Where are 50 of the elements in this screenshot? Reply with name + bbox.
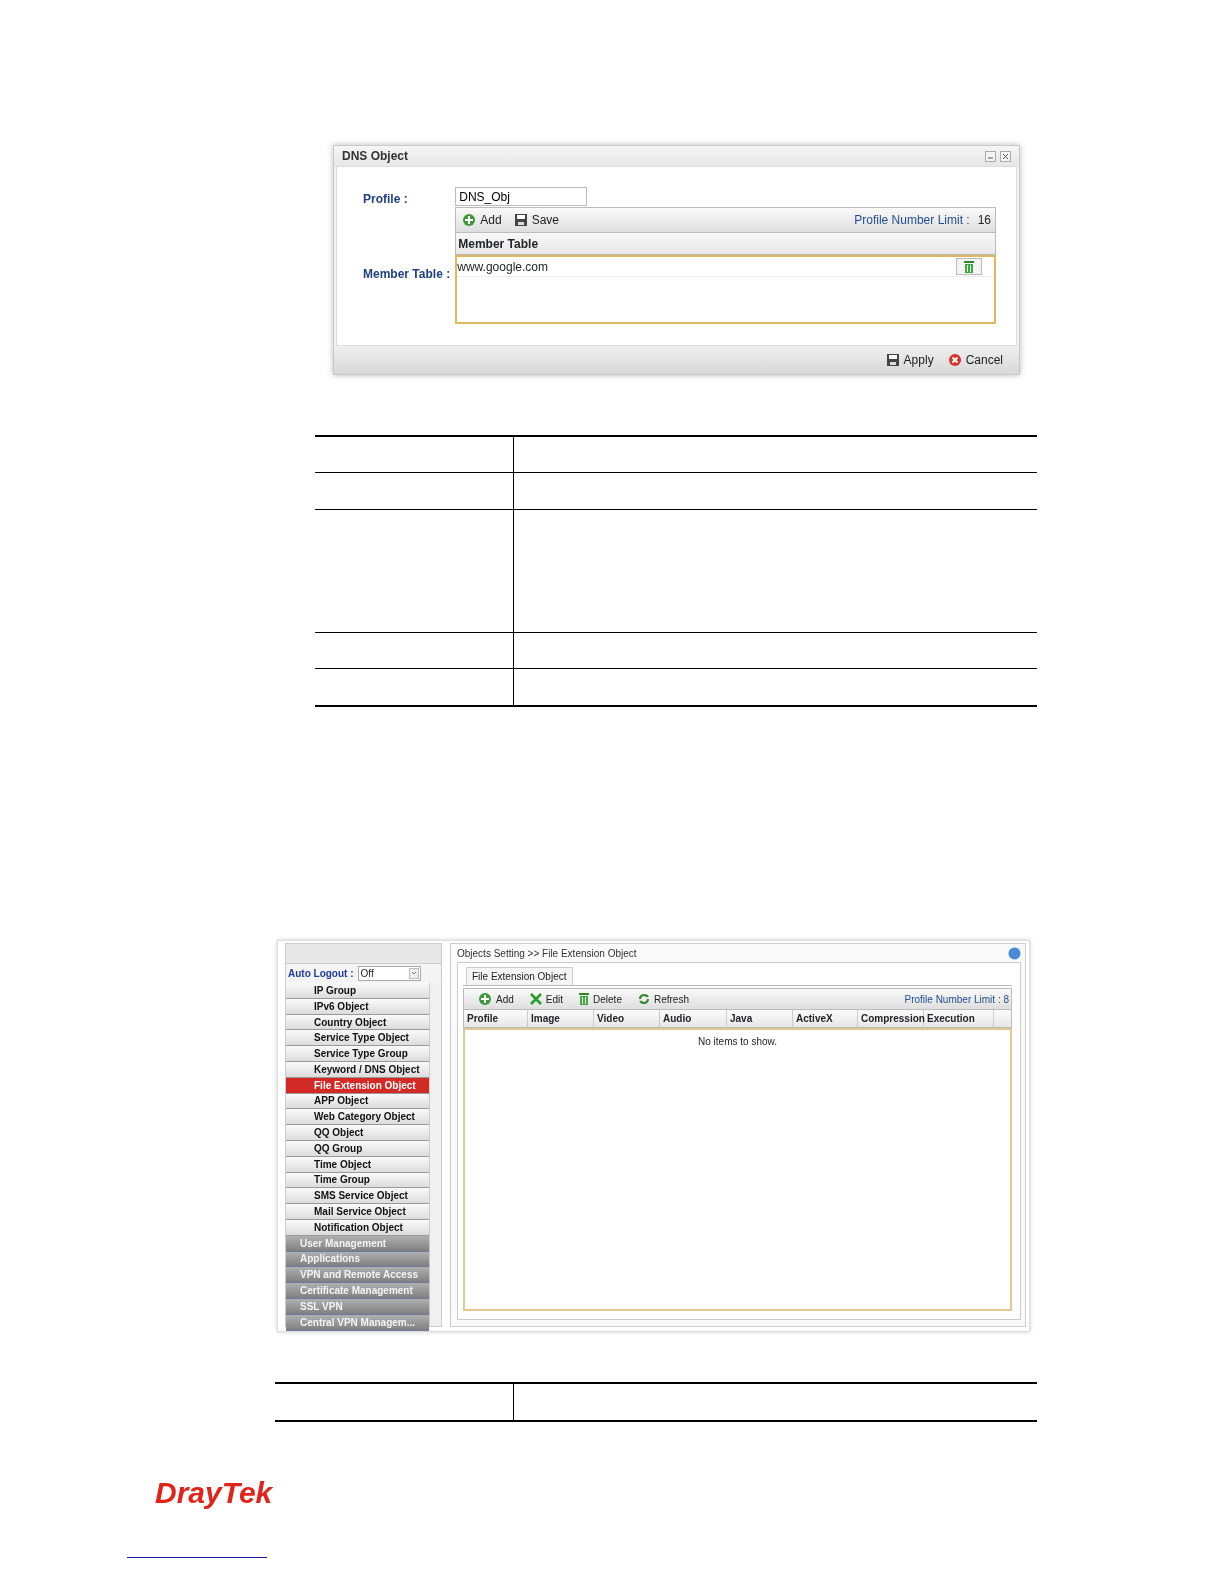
dropdown-value: Off (360, 967, 374, 981)
help-icon[interactable] (1008, 946, 1021, 960)
table-cell-text: www.google.com (457, 258, 548, 276)
cancel-button[interactable]: Cancel (945, 351, 1005, 369)
breadcrumb: Objects Setting >> File Extension Object (457, 946, 637, 961)
trash-icon (964, 260, 974, 273)
column-header: Compression (858, 1010, 924, 1027)
tab[interactable]: File Extension Object (466, 967, 573, 985)
column-header: Java (727, 1010, 793, 1027)
field-label: Profile : (363, 191, 409, 208)
caret-icon (408, 968, 419, 979)
logo: DrayTek (155, 1476, 273, 1510)
empty-message: No items to show. (698, 1036, 777, 1047)
limit-label: Profile Number Limit : (854, 212, 970, 229)
menu-item[interactable]: SMS Service Object (286, 1188, 429, 1205)
column-header: Execution (924, 1010, 994, 1027)
menu-item[interactable]: Mail Service Object (286, 1204, 429, 1220)
add-icon (478, 992, 492, 1006)
column-header: Audio (660, 1010, 727, 1027)
dropdown[interactable]: Off (357, 966, 421, 981)
refresh-icon (637, 993, 650, 1005)
close-icon[interactable] (1000, 150, 1011, 162)
cancel-icon (947, 353, 962, 367)
field-label: Auto Logout : (288, 967, 354, 981)
menu-item[interactable]: Service Type Object (286, 1030, 429, 1047)
add-button[interactable]: Add (460, 211, 504, 229)
limit-label: Profile Number Limit : 8 (904, 992, 1010, 1007)
column-header: Video (594, 1010, 660, 1027)
delete-button[interactable]: Delete (577, 991, 624, 1007)
menu-item[interactable]: QQ Object (286, 1125, 429, 1141)
limit-value: 16 (977, 212, 991, 229)
trash-icon (579, 993, 590, 1005)
field-label: Member Table : (363, 266, 452, 283)
menu-item[interactable]: IP Group (286, 983, 429, 999)
save-button[interactable]: Save (511, 211, 561, 229)
edit-icon (529, 993, 542, 1005)
apply-button[interactable]: Apply (883, 351, 936, 369)
column-header: Profile (464, 1010, 528, 1027)
column-header: Image (528, 1010, 594, 1027)
add-button[interactable]: Add (476, 991, 516, 1007)
delete-button[interactable] (956, 258, 982, 275)
edit-button[interactable]: Edit (527, 991, 566, 1007)
input-field[interactable]: DNS_Obj (455, 187, 588, 206)
menu-item[interactable]: Service Type Group (286, 1046, 429, 1062)
column-header: ActiveX (793, 1010, 858, 1027)
window-title: DNS Object (342, 148, 408, 165)
refresh-button[interactable]: Refresh (635, 991, 691, 1007)
column-header: Member Table (457, 235, 540, 253)
menu-item[interactable]: Web Category Object (286, 1109, 429, 1126)
add-icon (462, 213, 477, 227)
